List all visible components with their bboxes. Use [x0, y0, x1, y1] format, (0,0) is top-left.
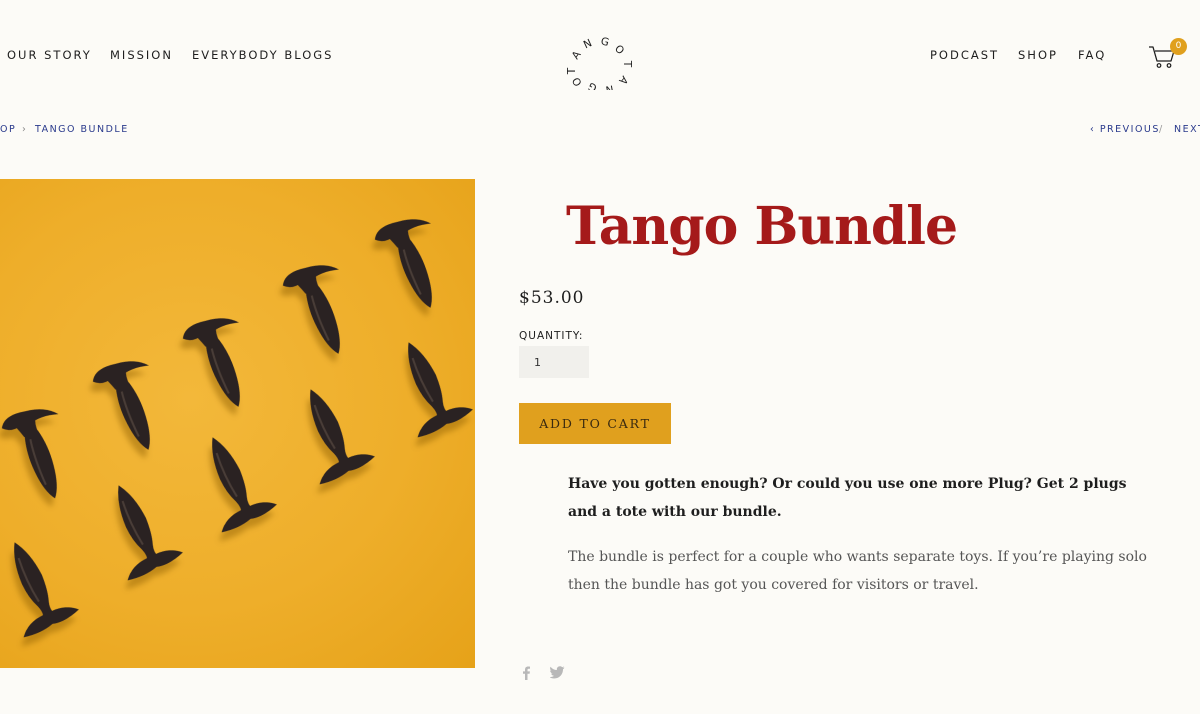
svg-text:N: N: [582, 37, 594, 51]
product-image[interactable]: [0, 179, 475, 668]
product-description-lead: Have you gotten enough? Or could you use…: [568, 476, 1127, 520]
nav-podcast[interactable]: PODCAST: [930, 48, 999, 62]
quantity-input[interactable]: [519, 346, 589, 378]
nav-faq[interactable]: FAQ: [1078, 48, 1106, 62]
svg-text:T: T: [621, 60, 633, 68]
breadcrumb-current: TANGO BUNDLE: [35, 124, 129, 135]
nav-mission[interactable]: MISSION: [110, 48, 173, 62]
svg-text:A: A: [616, 73, 630, 87]
breadcrumb-separator: ›: [22, 124, 28, 135]
next-product-link[interactable]: NEXT: [1174, 124, 1200, 135]
svg-text:T: T: [566, 67, 578, 75]
nav-everybody-blogs[interactable]: EVERYBODY BLOGS: [192, 48, 333, 62]
twitter-icon[interactable]: [549, 666, 565, 684]
cart-button[interactable]: 0: [1148, 38, 1190, 70]
facebook-icon[interactable]: [521, 666, 531, 685]
tango-logo[interactable]: T A N G O T A N G O: [560, 20, 640, 95]
product-description-body: The bundle is perfect for a couple who w…: [568, 549, 1147, 593]
svg-text:A: A: [570, 48, 584, 61]
svg-text:G: G: [599, 35, 610, 49]
nav-our-story[interactable]: OUR STORY: [7, 48, 92, 62]
product-title: Tango Bundle: [566, 196, 958, 257]
previous-product-link[interactable]: ‹ PREVIOUS: [1090, 124, 1160, 135]
svg-text:O: O: [570, 75, 585, 88]
pager-separator: /: [1159, 124, 1164, 135]
svg-text:O: O: [612, 43, 626, 57]
nav-shop[interactable]: SHOP: [1018, 48, 1058, 62]
svg-text:N: N: [605, 82, 615, 90]
svg-text:G: G: [587, 80, 599, 90]
add-to-cart-button[interactable]: ADD TO CART: [519, 403, 671, 444]
breadcrumb-shop[interactable]: OP: [0, 124, 16, 135]
quantity-label: QUANTITY:: [519, 330, 584, 342]
cart-count-badge: 0: [1170, 38, 1187, 55]
product-price: $53.00: [519, 288, 585, 308]
